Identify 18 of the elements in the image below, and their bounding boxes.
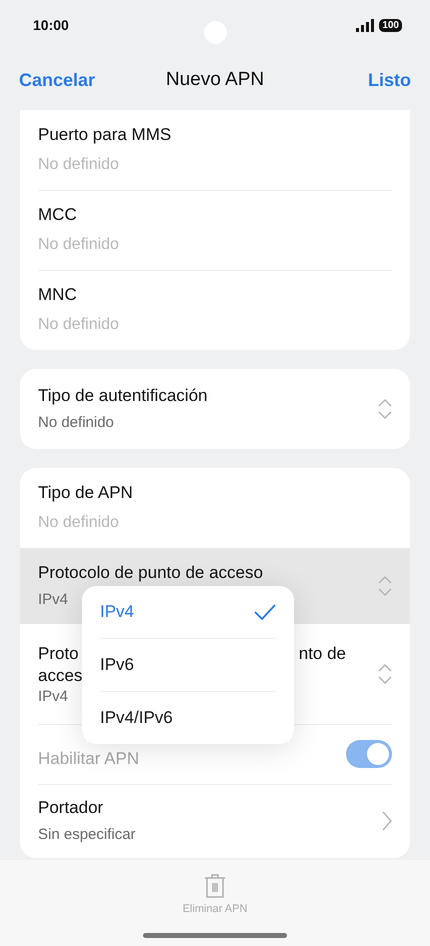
field-label: MCC: [38, 204, 78, 226]
setting-label: Proto: [38, 643, 79, 665]
setting-label: nto de: [298, 643, 346, 665]
setting-label: Portador: [38, 797, 104, 819]
setting-label: Habilitar APN: [38, 748, 140, 770]
field-label: MNC: [38, 284, 78, 306]
setting-value: IPv4: [38, 590, 70, 610]
field-label: Puerto para MMS: [38, 124, 172, 146]
setting-label: Tipo de autentificación: [38, 385, 208, 407]
battery-indicator: 100: [379, 18, 402, 32]
setting-value: IPv4: [38, 687, 68, 707]
setting-label: Protocolo de punto de acceso: [38, 562, 264, 584]
setting-label: acces: [38, 665, 82, 687]
setting-value: Sin especificar: [38, 825, 137, 845]
page-title: Nuevo APN: [166, 69, 264, 90]
field-label: Tipo de APN: [38, 482, 134, 504]
setting-value: No definido: [38, 413, 115, 433]
clock: 10:00: [33, 17, 69, 33]
